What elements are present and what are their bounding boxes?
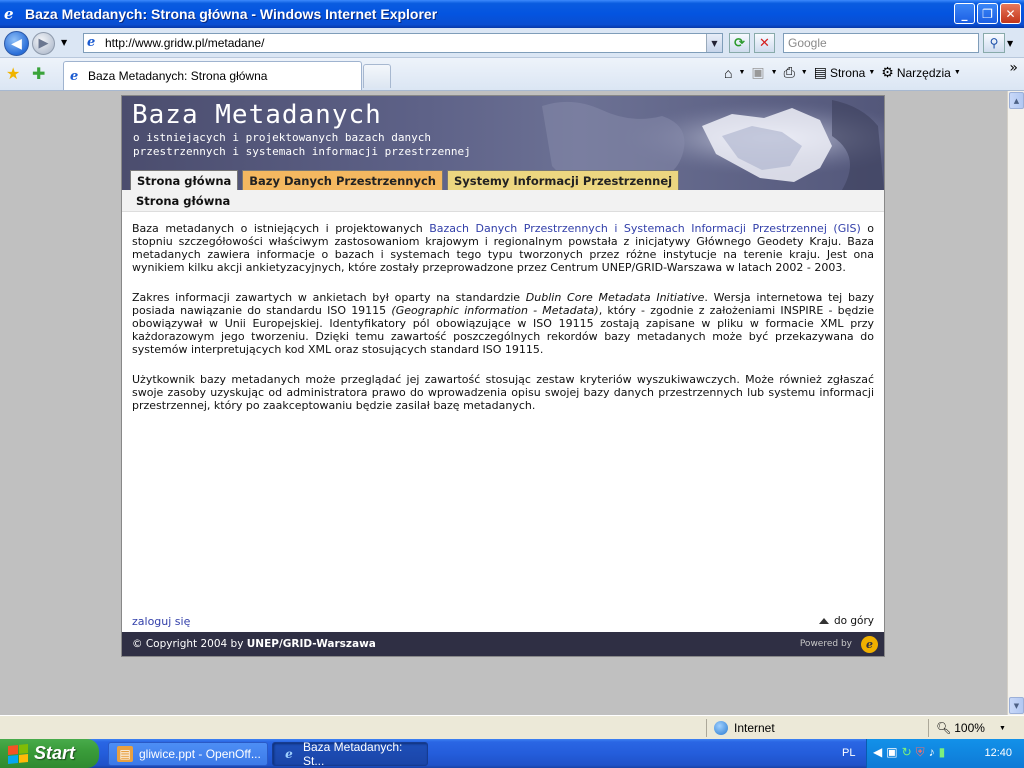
page-footer: © Copyright 2004 by UNEP/GRID-Warszawa P… [122,632,884,656]
network-icon[interactable]: ▣ [886,745,897,760]
powered-by-label: Powered by [799,639,852,649]
minimize-button[interactable]: _ [954,3,975,24]
rss-feed-icon: ▣ [751,64,765,80]
tray-expand-icon[interactable]: ◀ [873,745,882,760]
history-dropdown-icon[interactable]: ▼ [61,38,67,47]
vertical-scrollbar[interactable]: ▲ ▼ [1007,91,1024,715]
scroll-down-icon[interactable]: ▼ [1009,697,1024,714]
page-icon: e [87,35,96,50]
presentation-icon: ▤ [117,746,133,762]
page-menu-button[interactable]: ▤ Strona ▼ [814,64,876,81]
web-page: Baza Metadanych o istniejących i projekt… [121,95,885,657]
security-zone[interactable]: Internet [714,721,775,735]
intro-paragraph: Baza metadanych o istniejących i projekt… [132,222,874,274]
security-shield-icon[interactable]: ⛨ [916,745,925,760]
language-indicator[interactable]: PL [842,747,855,759]
taskbar-item-internet-explorer[interactable]: e Baza Metadanych: St... [272,740,428,768]
back-to-top-link[interactable]: do góry [818,615,874,627]
main-content: Baza metadanych o istniejących i projekt… [132,222,874,429]
site-title: Baza Metadanych [132,100,382,130]
browser-tab-active[interactable]: e Baza Metadanych: Strona główna [63,61,362,90]
stop-button[interactable]: ✕ [754,33,775,53]
scroll-up-icon[interactable]: ▲ [1009,92,1024,109]
site-subtitle: o istniejących i projektowanych bazach d… [133,131,471,158]
sync-icon[interactable]: ↻ [902,745,912,760]
login-link[interactable]: zaloguj się [132,615,190,628]
more-commands-chevron-icon[interactable]: » [1009,60,1018,76]
clock[interactable]: 12:40 [984,747,1012,759]
maximize-button[interactable]: ❐ [977,3,998,24]
site-nav-tabs: Strona główna Bazy Danych Przestrzennych… [130,170,680,190]
refresh-button[interactable]: ⟳ [729,33,750,53]
globe-icon [714,721,728,735]
gis-link[interactable]: Bazach Danych Przestrzennych i Systemach… [429,222,861,235]
start-button[interactable]: Start [0,739,99,768]
command-bar: ★ ✚ e Baza Metadanych: Strona główna ⌂ ▼ … [0,58,1024,91]
forward-button[interactable]: ▶ [32,32,55,55]
feeds-button[interactable]: ▣ ▼ [751,64,777,81]
page-menu-icon: ▤ [813,64,827,80]
breadcrumb-bar: Strona główna [122,190,884,212]
tab-bazy-danych[interactable]: Bazy Danych Przestrzennych [242,170,443,190]
arrow-up-icon [818,618,829,624]
new-tab-button[interactable] [363,64,391,88]
browser-viewport: Baza Metadanych o istniejących i projekt… [0,91,1024,715]
standards-paragraph: Zakres informacji zawartych w ankietach … [132,291,874,356]
address-bar[interactable]: e http://www.gridw.pl/metadane/ ▼ [83,33,723,53]
navigation-bar: ◀ ▶ ▼ e http://www.gridw.pl/metadane/ ▼ … [0,28,1024,58]
zoom-control[interactable]: 🔍︎ 100% ▼ [936,721,1006,735]
volume-icon[interactable]: ♪ [929,745,935,760]
add-favorites-icon[interactable]: ✚ [32,64,45,83]
home-icon: ⌂ [724,64,733,81]
internet-explorer-icon: e [285,747,293,761]
zoom-magnifier-icon: 🔍︎ [936,721,952,735]
home-button[interactable]: ⌂ ▼ [724,65,745,81]
users-paragraph: Użytkownik bazy metadanych może przegląd… [132,373,874,412]
window-title: Baza Metadanych: Strona główna - Windows… [25,6,438,22]
address-dropdown-icon[interactable]: ▼ [706,34,722,52]
search-icon[interactable]: ⚲ [983,33,1005,53]
copyright-text: © Copyright 2004 by UNEP/GRID-Warszawa [132,638,376,650]
close-button[interactable]: ✕ [1000,3,1021,24]
search-options-dropdown-icon[interactable]: ▼ [1007,39,1013,48]
breadcrumb: Strona główna [136,194,231,208]
favorites-star-icon[interactable]: ★ [6,64,20,83]
page-banner: Baza Metadanych o istniejących i projekt… [122,96,884,190]
browser-tab-label: Baza Metadanych: Strona główna [88,69,268,83]
search-input[interactable]: Google [783,33,979,53]
back-button[interactable]: ◀ [4,31,29,56]
taskbar-item-openoffice[interactable]: ▤ gliwice.ppt - OpenOff... [108,742,268,766]
internet-explorer-icon: e [4,5,14,23]
tab-strona-glowna[interactable]: Strona główna [130,170,239,190]
tab-systemy-informacji[interactable]: Systemy Informacji Przestrzennej [446,170,680,190]
gear-icon: ⚙ [881,64,894,80]
system-tray: ◀ ▣ ↻ ⛨ ♪ ▮ 12:40 [866,739,1024,768]
page-icon: e [70,68,79,84]
windows-logo-icon [8,743,28,764]
windows-taskbar: Start ▤ gliwice.ppt - OpenOff... e Baza … [0,739,1024,768]
address-url[interactable]: http://www.gridw.pl/metadane/ [105,36,264,50]
window-title-bar[interactable]: e Baza Metadanych: Strona główna - Windo… [0,0,1024,28]
tools-menu-button[interactable]: ⚙ Narzędzia ▼ [881,64,961,81]
printer-icon: ⎙ [783,64,795,80]
status-bar: Internet 🔍︎ 100% ▼ [0,715,1024,739]
powered-by-logo-icon[interactable]: e [861,636,878,653]
signal-strength-icon[interactable]: ▮ [939,745,946,760]
print-button[interactable]: ⎙ ▼ [784,64,808,81]
